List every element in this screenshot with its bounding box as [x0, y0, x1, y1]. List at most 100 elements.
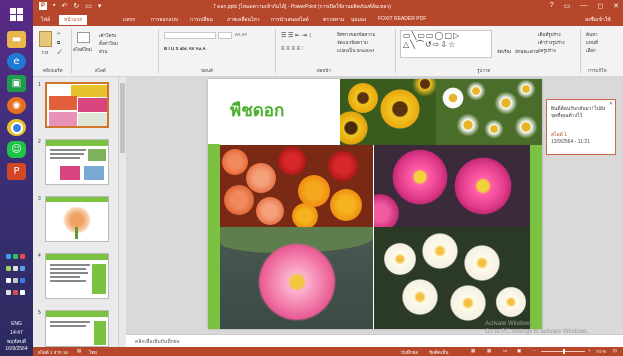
photo-pink-dahlias[interactable]: [374, 145, 530, 227]
zoom-in-icon[interactable]: +: [588, 348, 591, 353]
font-name-field[interactable]: [164, 32, 216, 39]
format-painter-icon[interactable]: 🖌: [57, 49, 63, 55]
redo-icon[interactable]: ↻: [73, 2, 79, 10]
minimize-button[interactable]: —: [580, 2, 587, 10]
tab-design[interactable]: การออกแบบ: [151, 16, 178, 24]
arrange-button[interactable]: จัดเรียง: [497, 48, 511, 55]
paste-icon[interactable]: [39, 31, 52, 47]
thumbnail-slide-3[interactable]: [45, 196, 109, 242]
firefox-icon[interactable]: ◉: [7, 97, 26, 114]
replace-button[interactable]: แทนที่: [586, 39, 598, 46]
language-indicator[interactable]: ไทย: [89, 349, 97, 356]
photo-white-plumeria[interactable]: [374, 227, 530, 329]
shape-fill-button[interactable]: เติมสีรูปร่าง: [538, 31, 561, 38]
thumbnail-slide-2[interactable]: [45, 139, 109, 185]
shapes-gallery[interactable]: ▭╲▭▭◯□▷ △╲⌒↺⇨⇩☆: [400, 30, 492, 58]
text-direction-button[interactable]: ทิศทางของข้อความ: [337, 31, 375, 38]
bullets-icon[interactable]: ☰ ☰ ⇤ ⇥ ↕: [281, 32, 311, 39]
new-slide-icon[interactable]: [77, 32, 90, 43]
tab-slideshow[interactable]: การนำเสนอสไลด์: [271, 16, 309, 24]
ribbon: วาง ✂ ⧉ 🖌 คลิปบอร์ด สไลด์ใหม่ เค้าโครง ต…: [33, 26, 623, 77]
tab-file[interactable]: ไฟล์: [41, 16, 50, 24]
maximize-button[interactable]: ◻: [597, 2, 603, 10]
tray-icons-row-1[interactable]: [6, 254, 28, 260]
paragraph-group-label: ย่อหน้า: [317, 68, 331, 73]
current-slide[interactable]: พืชดอก: [208, 79, 542, 329]
photo-white-daisies[interactable]: [436, 79, 542, 145]
ribbon-display-button[interactable]: ▭: [564, 2, 571, 10]
layout-button[interactable]: เค้าโครง: [99, 32, 116, 39]
reading-view-icon[interactable]: ▭: [503, 348, 507, 354]
tab-review[interactable]: ตรวจทาน: [323, 16, 344, 24]
edge-browser-icon[interactable]: e: [7, 53, 26, 70]
notes-toggle[interactable]: บันทึกย่อ: [401, 349, 418, 356]
tab-transitions[interactable]: การเปลี่ยน: [190, 16, 213, 24]
normal-view-icon[interactable]: ▦: [471, 348, 475, 354]
font-size-field[interactable]: [218, 32, 232, 39]
align-icon[interactable]: ≡ ≡ ≡ ≡ ⫶: [281, 46, 303, 53]
photo-sunflowers[interactable]: [340, 79, 436, 145]
comments-toggle[interactable]: ข้อคิดเห็น: [429, 349, 448, 356]
powerpoint-icon[interactable]: P: [7, 163, 26, 180]
align-text-button[interactable]: จัดแนวข้อความ: [337, 39, 368, 46]
chrome-icon[interactable]: [7, 119, 26, 136]
shape-effects-button[interactable]: ผลรูปร่าง: [538, 47, 556, 54]
thumbnail-slide-5[interactable]: [45, 310, 109, 347]
tab-insert[interactable]: แทรก: [123, 16, 135, 24]
grow-shrink-font-icon[interactable]: A˄ A˅: [235, 32, 247, 37]
tray-time[interactable]: 14:47: [0, 330, 33, 336]
fit-to-window-icon[interactable]: ⊡: [613, 348, 617, 354]
proofing-icon[interactable]: ▤: [77, 348, 81, 354]
drawing-group-label: รูปวาด: [477, 68, 491, 73]
popup-slide-ref[interactable]: สไลด์ 1: [551, 131, 567, 139]
new-slide-button[interactable]: สไลด์ใหม่: [73, 46, 92, 53]
tray-icons-row-2[interactable]: [6, 266, 28, 272]
store-icon[interactable]: ▣: [7, 75, 26, 92]
section-button[interactable]: ส่วน: [99, 48, 107, 55]
find-button[interactable]: ค้นหา: [586, 31, 598, 38]
zoom-level[interactable]: 74 %: [596, 349, 606, 354]
customize-toolbar-icon[interactable]: ▾: [98, 2, 102, 10]
line-app-icon[interactable]: ☺: [7, 141, 26, 158]
tray-language[interactable]: ENG: [0, 321, 33, 327]
reset-button[interactable]: ตั้งค่าใหม่: [99, 40, 118, 47]
tray-day: พฤหัสบดี: [6, 339, 27, 345]
file-explorer-icon[interactable]: ▬: [7, 31, 26, 48]
signin-link[interactable]: ลงชื่อเข้าใช้: [585, 16, 611, 24]
copy-icon[interactable]: ⧉: [57, 40, 60, 45]
windows-start-icon[interactable]: [7, 6, 26, 23]
tab-home[interactable]: หน้าแรก: [59, 15, 88, 25]
slideshow-icon[interactable]: ▣: [517, 348, 521, 354]
save-icon[interactable]: ▪: [53, 2, 55, 10]
zoom-out-icon[interactable]: −: [533, 348, 536, 353]
photo-orange-roses[interactable]: [220, 145, 373, 227]
popup-date: 13/9/2564 - 11:21: [551, 139, 590, 145]
tab-animations[interactable]: ภาพเคลื่อนไหว: [227, 16, 260, 24]
close-button[interactable]: ✕: [613, 2, 619, 10]
help-button[interactable]: ?: [550, 2, 554, 10]
thumbnail-slide-1[interactable]: [45, 82, 109, 128]
smartart-button[interactable]: แปลงเป็น SmartArt: [337, 47, 374, 54]
zoom-slider-handle[interactable]: [563, 349, 565, 354]
tray-icons-row-4[interactable]: [6, 290, 28, 296]
tab-view[interactable]: มุมมอง: [351, 16, 366, 24]
font-format-buttons[interactable]: B I U S abc AV Aa A: [164, 46, 206, 51]
notes-pane[interactable]: คลิกเพื่อเพิ่มบันทึกย่อ: [126, 334, 623, 348]
undo-icon[interactable]: ↶: [61, 2, 67, 10]
quick-styles-button[interactable]: ลักษณะด่วน: [515, 48, 539, 55]
thumbnail-slide-4[interactable]: [45, 253, 109, 299]
shape-outline-button[interactable]: เค้าร่างรูปร่าง: [538, 39, 565, 46]
select-button[interactable]: เลือก: [586, 47, 596, 54]
paste-button[interactable]: วาง: [41, 49, 48, 56]
tray-icons-row-3[interactable]: [6, 278, 28, 284]
powerpoint-logo-icon: P: [39, 2, 47, 10]
cut-icon[interactable]: ✂: [57, 31, 61, 37]
slide-sorter-icon[interactable]: ▦: [487, 348, 491, 354]
thumbnails-scrollbar[interactable]: [119, 77, 126, 347]
tab-foxit[interactable]: FOXIT READER PDF: [378, 16, 426, 22]
photo-pink-lotus[interactable]: [220, 227, 373, 329]
welcome-back-popup[interactable]: ✕ ยินดีต้อนรับกลับมา! ไปยังจุดที่คุณค้าง…: [546, 99, 616, 155]
scrollbar-handle[interactable]: [120, 83, 125, 153]
start-presentation-icon[interactable]: ▭: [85, 2, 92, 10]
slide-title[interactable]: พืชดอก: [230, 97, 284, 124]
